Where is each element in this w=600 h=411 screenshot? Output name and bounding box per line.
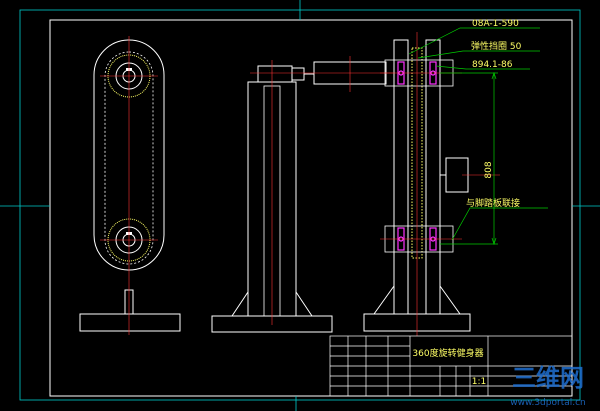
annotation-pedal-link: 与脚踏板联接	[466, 197, 520, 209]
drawing-sheet: 808 08A-1-590 弹性挡圈 50 894.1-86 与脚踏板联接 36…	[0, 0, 600, 411]
annotation-chain-no: 08A-1-590	[472, 19, 519, 29]
watermark-logo: 三维网 www.3dportal.cn	[510, 364, 586, 408]
right-frame-right-plate	[425, 39, 441, 315]
annotation-standard: 894.1-86	[472, 60, 513, 70]
dimension-value: 808	[484, 161, 494, 178]
left-view-chain-drive	[79, 36, 181, 335]
cad-drawing: 808 08A-1-590 弹性挡圈 50 894.1-86 与脚踏板联接 36…	[0, 0, 600, 411]
left-base-plate	[79, 313, 181, 332]
watermark-logo-text: 三维网	[512, 364, 584, 392]
middle-view-column	[211, 56, 395, 333]
right-view-crank-assembly	[363, 32, 500, 336]
title-block-title: 360度旋转健身器	[412, 347, 483, 359]
watermark-url: www.3dportal.cn	[510, 398, 586, 408]
title-block-scale: 1:1	[472, 377, 486, 387]
right-frame-left-plate	[393, 39, 409, 315]
annotation-circlip: 弹性挡圈 50	[471, 40, 522, 52]
